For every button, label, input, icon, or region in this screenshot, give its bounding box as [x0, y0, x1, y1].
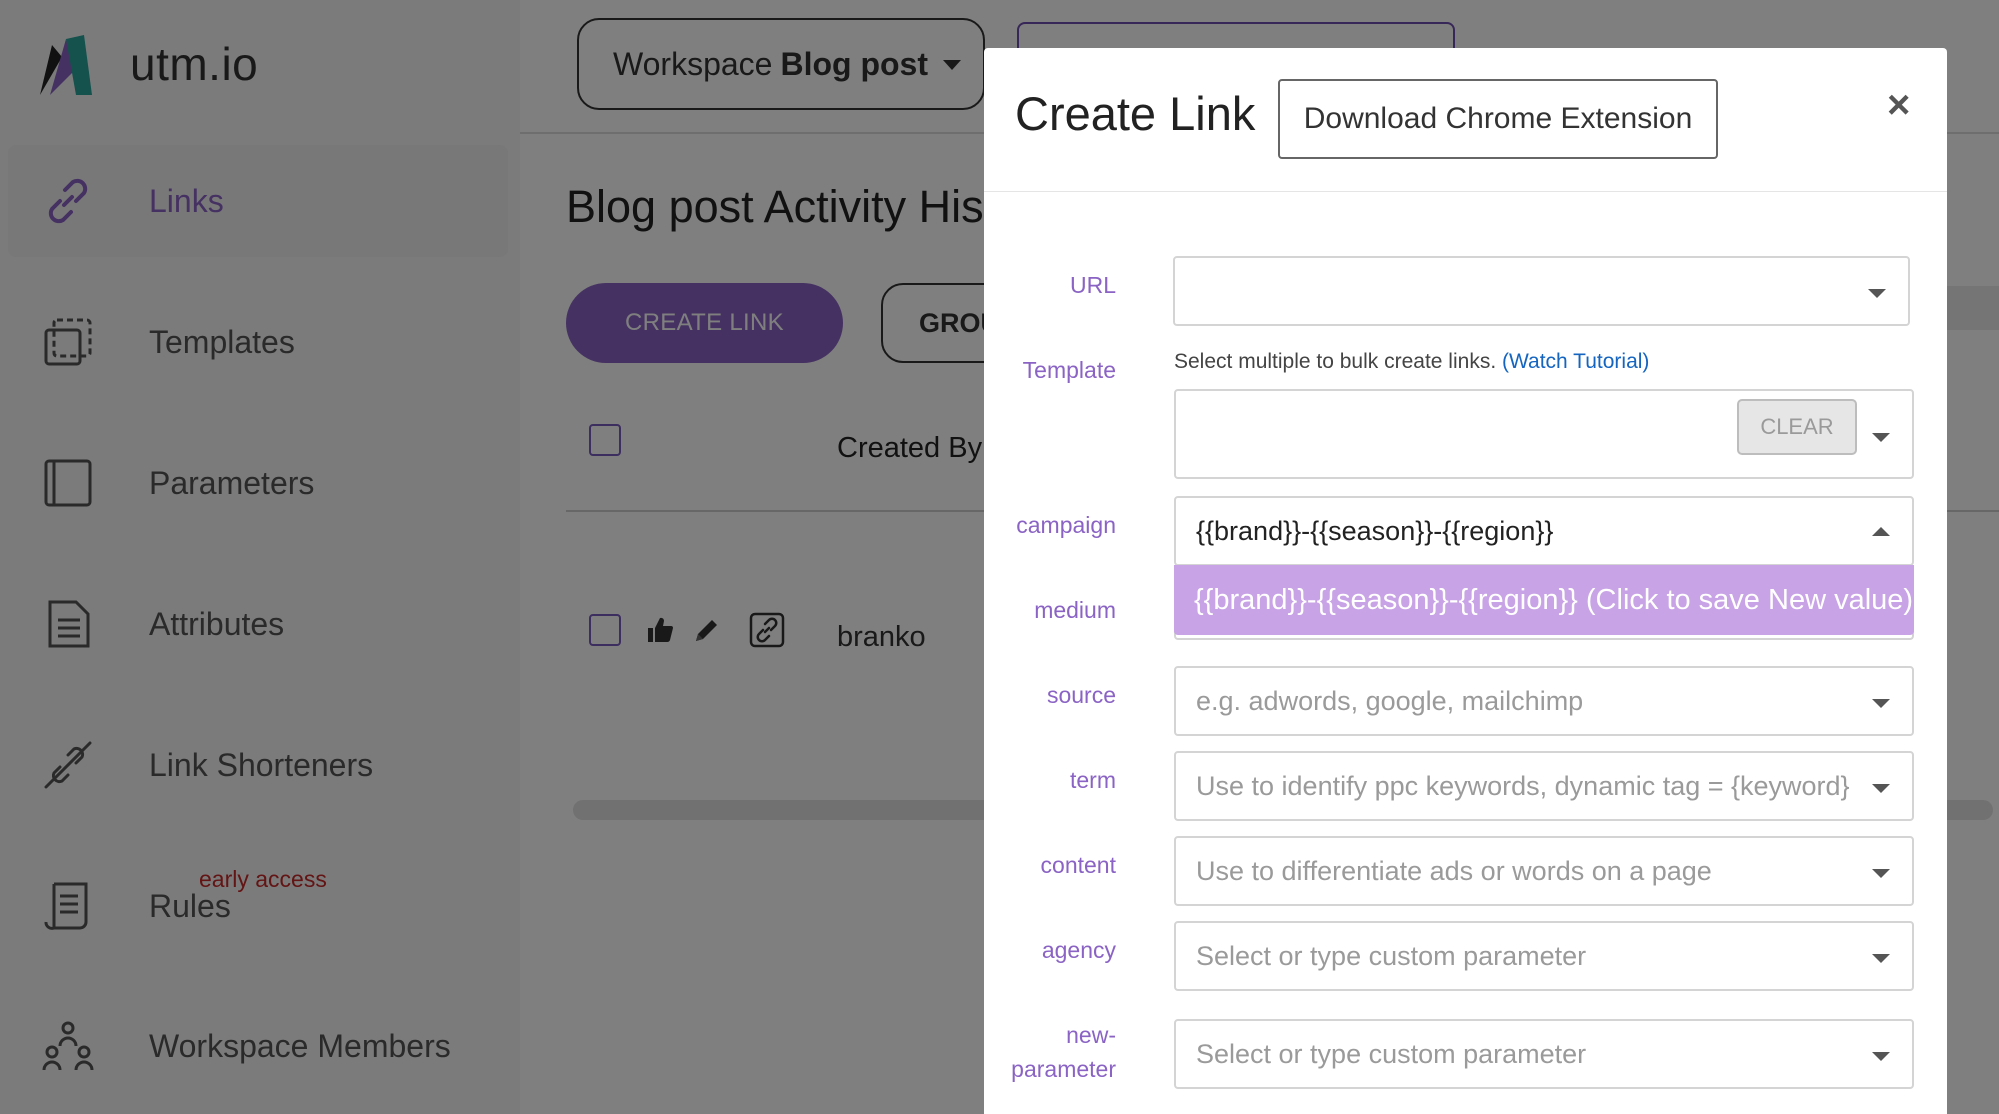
watch-tutorial-link[interactable]: (Watch Tutorial) — [1502, 350, 1649, 373]
term-placeholder: Use to identify ppc keywords, dynamic ta… — [1196, 771, 1850, 801]
clear-button[interactable]: CLEAR — [1737, 399, 1857, 455]
new-parameter-label: new- parameter — [984, 1018, 1116, 1086]
url-input[interactable] — [1173, 256, 1910, 326]
campaign-input[interactable]: {{brand}}-{{season}}-{{region}} — [1174, 496, 1914, 566]
agency-label: agency — [1041, 937, 1116, 963]
template-select[interactable]: CLEAR — [1174, 389, 1914, 479]
chevron-down-icon[interactable] — [1872, 1052, 1890, 1061]
chevron-down-icon[interactable] — [1872, 433, 1890, 442]
term-label: term — [1070, 767, 1116, 793]
download-extension-button[interactable]: Download Chrome Extension — [1278, 79, 1718, 159]
medium-label: medium — [1034, 597, 1116, 623]
new-parameter-placeholder: Select or type custom parameter — [1196, 1039, 1587, 1069]
chevron-down-icon[interactable] — [1872, 954, 1890, 963]
template-help: Select multiple to bulk create links. (W… — [1174, 350, 1649, 374]
chevron-up-icon[interactable] — [1872, 527, 1890, 536]
source-input[interactable]: e.g. adwords, google, mailchimp — [1174, 666, 1914, 736]
campaign-label: campaign — [1016, 512, 1116, 538]
agency-input[interactable]: Select or type custom parameter — [1174, 921, 1914, 991]
campaign-value: {{brand}}-{{season}}-{{region}} — [1196, 516, 1554, 546]
source-label: source — [1046, 682, 1116, 708]
content-placeholder: Use to differentiate ads or words on a p… — [1196, 856, 1712, 886]
modal-divider — [984, 191, 1947, 192]
content-input[interactable]: Use to differentiate ads or words on a p… — [1174, 836, 1914, 906]
close-icon[interactable]: × — [1887, 85, 1910, 125]
campaign-suggestion-option[interactable]: {{brand}}-{{season}}-{{region}} (Click t… — [1174, 565, 1914, 635]
new-parameter-label-line2: parameter — [1011, 1056, 1116, 1082]
new-parameter-label-line1: new- — [1066, 1022, 1116, 1048]
template-help-text: Select multiple to bulk create links. — [1174, 350, 1497, 373]
term-input[interactable]: Use to identify ppc keywords, dynamic ta… — [1174, 751, 1914, 821]
new-parameter-input[interactable]: Select or type custom parameter — [1174, 1019, 1914, 1089]
chevron-down-icon[interactable] — [1872, 699, 1890, 708]
url-label: URL — [1069, 272, 1116, 298]
chevron-down-icon[interactable] — [1872, 784, 1890, 793]
create-link-modal: Create Link Download Chrome Extension × … — [984, 48, 1947, 1114]
agency-placeholder: Select or type custom parameter — [1196, 941, 1587, 971]
content-label: content — [1040, 852, 1116, 878]
modal-title: Create Link — [1015, 87, 1256, 140]
chevron-down-icon[interactable] — [1868, 289, 1886, 298]
source-placeholder: e.g. adwords, google, mailchimp — [1196, 686, 1584, 716]
chevron-down-icon[interactable] — [1872, 869, 1890, 878]
template-label: Template — [1022, 357, 1116, 383]
